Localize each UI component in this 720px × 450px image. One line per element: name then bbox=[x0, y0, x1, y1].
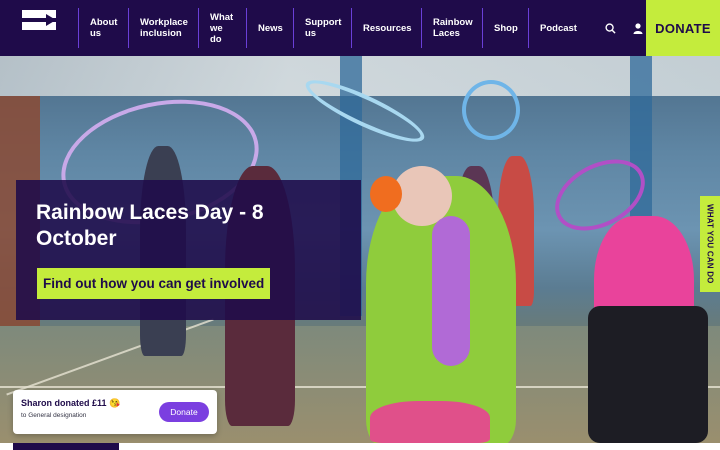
nav-item-label: News bbox=[258, 22, 283, 34]
nav-item-news[interactable]: News bbox=[246, 8, 293, 48]
nav-item-label: Support us bbox=[305, 17, 342, 39]
nav-item-resources[interactable]: Resources bbox=[351, 8, 421, 48]
get-involved-button[interactable]: Find out how you can get involved bbox=[37, 268, 271, 299]
nav-item-label: Podcast bbox=[540, 22, 577, 34]
nav-item-label: Resources bbox=[363, 22, 412, 34]
nav-icons bbox=[588, 0, 652, 56]
nav-menu: About us Workplace inclusion What we do … bbox=[78, 0, 588, 56]
what-you-can-do-tab[interactable]: WHAT YOU CAN DO bbox=[700, 196, 720, 292]
section-bar bbox=[13, 443, 119, 450]
nav-item-label: About us bbox=[90, 17, 118, 39]
nav-item-what-we-do[interactable]: What we do bbox=[198, 8, 246, 48]
nav-item-label: Workplace inclusion bbox=[140, 17, 188, 39]
hero-banner: Rainbow Laces Day - 8 October Find out h… bbox=[0, 56, 720, 443]
donate-button[interactable]: DONATE bbox=[646, 0, 720, 56]
nav-item-shop[interactable]: Shop bbox=[482, 8, 528, 48]
side-tab-label: WHAT YOU CAN DO bbox=[705, 204, 715, 284]
brand-logo-icon[interactable] bbox=[0, 0, 78, 56]
nav-item-label: Shop bbox=[494, 22, 518, 34]
hero-card: Rainbow Laces Day - 8 October Find out h… bbox=[16, 180, 361, 320]
nav-item-rainbow-laces[interactable]: Rainbow Laces bbox=[421, 8, 482, 48]
donation-toast: Sharon donated £11 😘 to General designat… bbox=[13, 390, 217, 434]
nav-item-label: What we do bbox=[210, 11, 234, 45]
nav-item-support-us[interactable]: Support us bbox=[293, 8, 351, 48]
nav-item-about-us[interactable]: About us bbox=[78, 8, 128, 48]
nav-item-podcast[interactable]: Podcast bbox=[528, 8, 588, 48]
nav-item-workplace-inclusion[interactable]: Workplace inclusion bbox=[128, 8, 198, 48]
top-navigation: About us Workplace inclusion What we do … bbox=[0, 0, 720, 56]
page: About us Workplace inclusion What we do … bbox=[0, 0, 720, 450]
search-icon[interactable] bbox=[596, 0, 624, 56]
toast-donate-button[interactable]: Donate bbox=[159, 402, 209, 422]
nav-item-label: Rainbow Laces bbox=[433, 17, 473, 39]
hero-title: Rainbow Laces Day - 8 October bbox=[36, 201, 264, 250]
